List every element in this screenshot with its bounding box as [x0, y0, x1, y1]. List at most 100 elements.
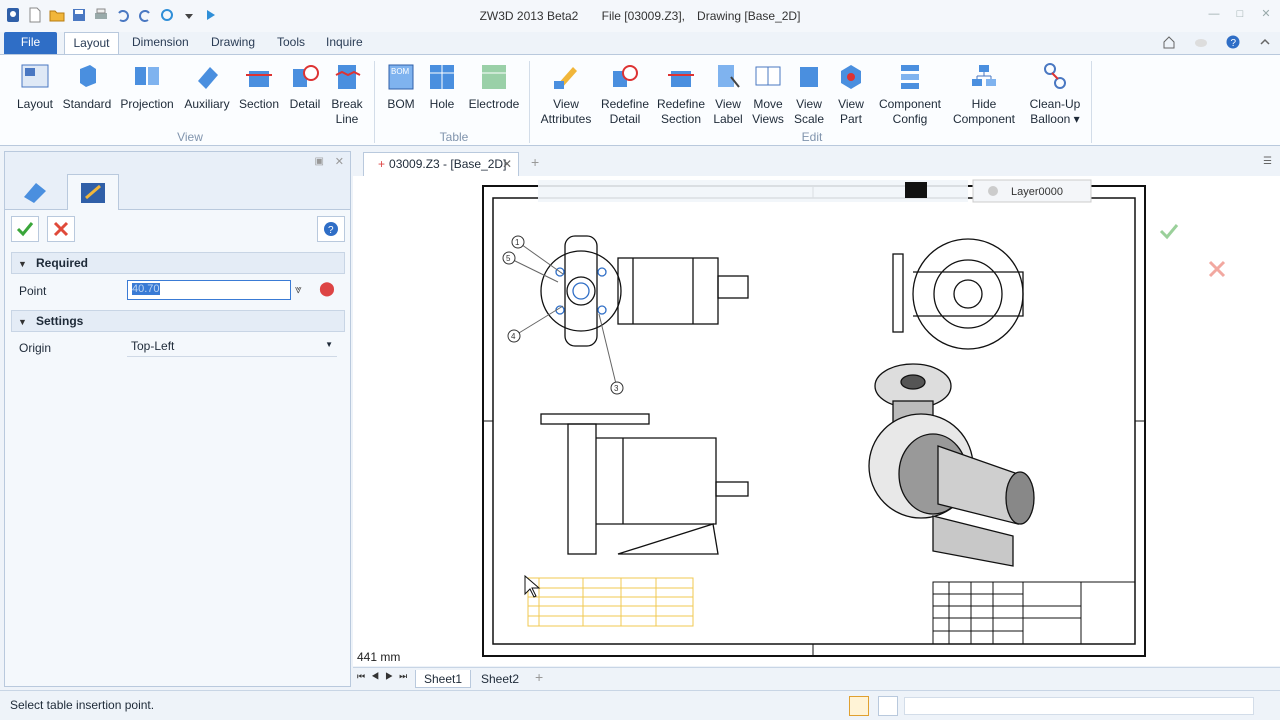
svg-text:1: 1	[515, 238, 520, 247]
view-label-icon	[718, 65, 740, 88]
cloud-icon[interactable]	[1194, 35, 1208, 49]
view-scale-label-2: Scale	[793, 112, 825, 126]
section-button[interactable]: Section	[237, 61, 281, 112]
help-icon[interactable]: ?	[1226, 35, 1240, 49]
auxiliary-icon	[198, 67, 218, 89]
app-title: ZW3D 2013 Beta2	[479, 9, 579, 23]
electrode-button[interactable]: Electrode	[466, 61, 522, 112]
cancel-button[interactable]	[47, 216, 75, 242]
tab-drawing-document[interactable]: +03009.Z3 - [Base_2D] ✕	[363, 152, 519, 176]
tab-file[interactable]: File	[4, 32, 57, 54]
drawing-sheet: Layer0000 1 5 4 3	[482, 179, 1226, 657]
add-sheet-icon[interactable]: +	[535, 669, 543, 685]
manager-panel: ▣ ✕ ? ▼ Required Point 40.70 ⩔ ⬤ ▼ Setti…	[4, 151, 351, 687]
bom-icon: BOM	[388, 64, 414, 90]
ribbon-separator	[529, 61, 530, 143]
required-label: Required	[36, 256, 89, 270]
collapse-triangle-icon: ▼	[18, 259, 27, 269]
clean-up-balloon-icon	[1044, 63, 1066, 89]
component-config-button[interactable]: Component Config	[874, 61, 946, 127]
view-scale-icon	[800, 67, 818, 87]
redefine-section-label-1: Redefine	[656, 97, 706, 111]
bom-button[interactable]: BOM BOM	[384, 61, 418, 112]
hole-table-icon	[430, 65, 454, 89]
move-views-icon	[755, 66, 781, 86]
sheet-navigation-arrows[interactable]: ⏮◀▶⏭	[357, 671, 413, 682]
tab-input-options[interactable]	[67, 174, 119, 210]
pin-icon: +	[378, 157, 386, 171]
tab-menu-icon[interactable]: ☰	[1263, 156, 1272, 167]
layout-button[interactable]: Layout	[14, 61, 56, 112]
view-label-button[interactable]: View Label	[710, 61, 746, 127]
view-label-label-1: View	[715, 97, 741, 111]
ribbon-collapse-icon[interactable]	[1258, 35, 1272, 49]
tab-sheet1[interactable]: Sheet1	[415, 670, 472, 688]
redefine-section-button[interactable]: Redefine Section	[654, 61, 708, 127]
break-line-label-2: Line	[335, 112, 359, 126]
redefine-detail-label-1: Redefine	[600, 97, 650, 111]
cancel-x-icon	[53, 221, 69, 237]
view-attributes-icon	[554, 67, 577, 89]
tab-drawing[interactable]: Drawing	[203, 32, 263, 54]
drawing-canvas[interactable]: Layer0000 1 5 4 3 441 mm	[353, 176, 1280, 666]
tab-sheet2[interactable]: Sheet2	[473, 670, 527, 688]
close-tab-icon[interactable]: ✕	[502, 153, 512, 175]
tab-tools[interactable]: Tools	[269, 32, 313, 54]
redefine-detail-button[interactable]: Redefine Detail	[598, 61, 652, 127]
svg-text:5: 5	[506, 254, 511, 263]
tab-history-manager[interactable]	[9, 174, 61, 210]
svg-text:4: 4	[511, 332, 516, 341]
hole-button[interactable]: Hole	[425, 61, 459, 112]
window-controls: — □ ✕	[1208, 8, 1272, 20]
snap-toggle-icon[interactable]	[849, 696, 869, 716]
layer-selector[interactable]: Layer0000	[1011, 186, 1063, 198]
standard-button[interactable]: Standard	[62, 61, 112, 112]
settings-label: Settings	[36, 314, 84, 328]
sheet-tabs: ⏮◀▶⏭ Sheet1 Sheet2 +	[353, 667, 1280, 689]
detail-icon	[293, 65, 319, 87]
view-part-icon	[841, 65, 861, 89]
view-part-button[interactable]: View Part	[834, 61, 868, 127]
redefine-section-icon	[668, 71, 694, 87]
dropdown-arrow-icon: ▼	[325, 340, 333, 349]
add-tab-icon[interactable]: +	[531, 154, 539, 170]
electrode-label: Electrode	[468, 97, 520, 111]
view-attributes-button[interactable]: View Attributes	[538, 61, 594, 127]
break-line-button[interactable]: Break Line	[328, 61, 366, 127]
clean-up-balloon-label-2: Balloon ▾	[1030, 112, 1080, 126]
auxiliary-button[interactable]: Auxiliary	[180, 61, 234, 112]
projection-button[interactable]: Projection	[118, 61, 176, 112]
move-views-label-2: Views	[752, 112, 784, 126]
panel-pin-icon[interactable]: ▣	[315, 156, 324, 167]
expand-options-icon[interactable]: ⩔	[295, 282, 302, 297]
move-views-button[interactable]: Move Views	[750, 61, 786, 127]
grid-toggle-icon[interactable]	[878, 696, 898, 716]
break-line-label-1: Break	[331, 97, 363, 111]
panel-close-icon[interactable]: ✕	[335, 155, 344, 168]
clean-up-balloon-button[interactable]: Clean-Up Balloon ▾	[1024, 61, 1086, 127]
command-input[interactable]	[904, 697, 1254, 715]
view-attributes-label-1: View	[553, 97, 579, 111]
ribbon-right-icons: ?	[1162, 35, 1272, 49]
point-input[interactable]: 40.70	[127, 280, 291, 300]
hole-label: Hole	[429, 97, 455, 111]
help-button[interactable]: ?	[317, 216, 345, 242]
tab-dimension[interactable]: Dimension	[124, 32, 197, 54]
view-scale-button[interactable]: View Scale	[792, 61, 826, 127]
move-views-label-1: Move	[753, 97, 783, 111]
settings-section-header[interactable]: ▼ Settings	[11, 310, 345, 332]
minimize-icon[interactable]: —	[1208, 8, 1220, 20]
origin-select[interactable]: Top-Left ▼	[127, 337, 337, 357]
layout-label: Layout	[16, 97, 54, 111]
pick-point-icon[interactable]: ⬤	[317, 280, 337, 300]
tab-inquire[interactable]: Inquire	[318, 32, 371, 54]
ok-button[interactable]	[11, 216, 39, 242]
detail-button[interactable]: Detail	[286, 61, 324, 112]
tab-layout[interactable]: Layout	[64, 32, 119, 54]
svg-text:3: 3	[614, 384, 619, 393]
close-icon[interactable]: ✕	[1260, 8, 1272, 20]
hide-component-button[interactable]: Hide Component	[950, 61, 1018, 127]
maximize-icon[interactable]: □	[1234, 8, 1246, 20]
required-section-header[interactable]: ▼ Required	[11, 252, 345, 274]
home-icon[interactable]	[1162, 35, 1176, 49]
